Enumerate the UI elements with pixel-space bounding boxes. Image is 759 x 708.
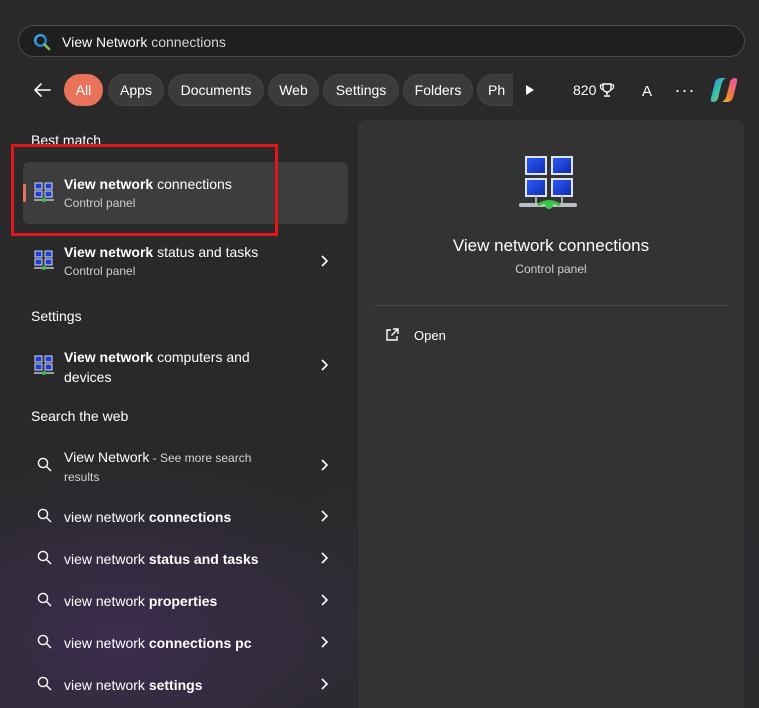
filter-web[interactable]: Web (268, 74, 319, 106)
more-filters-button[interactable] (518, 78, 542, 102)
search-icon (37, 592, 52, 607)
web-suggestion-bold: connections (148, 509, 232, 525)
chevron-right-icon[interactable] (319, 510, 329, 522)
see-more-text-line2: results (64, 470, 100, 484)
filter-label: Apps (120, 82, 152, 98)
filter-settings[interactable]: Settings (323, 74, 399, 106)
divider (374, 305, 728, 306)
result-title-line2: devices (64, 369, 112, 385)
web-suggestion-text: view network connections pc (64, 635, 252, 651)
filter-label: All (75, 82, 92, 98)
avatar-initial: A (641, 82, 652, 100)
web-suggestion-plain: view network (64, 551, 149, 567)
search-icon (37, 634, 52, 649)
web-suggestion-bold: properties (148, 593, 218, 609)
filter-label: Folders (414, 82, 462, 98)
filter-photos[interactable]: Ph (477, 74, 513, 106)
result-title-bold: View network (64, 349, 154, 365)
rewards-points-value: 820 (573, 82, 597, 98)
search-typed-text: View Network (62, 34, 148, 50)
filter-apps[interactable]: Apps (108, 74, 164, 106)
web-suggestion-plain: view network (64, 509, 149, 525)
open-label: Open (414, 327, 446, 343)
result-title-bold: View network (64, 244, 154, 260)
web-query-line: View Network - See more search (64, 449, 251, 465)
web-suggestion-text: view network settings (64, 677, 203, 693)
web-suggestion-text: view network connections (64, 509, 231, 525)
chevron-right-icon[interactable] (319, 552, 329, 564)
web-suggestion-text: view network status and tasks (64, 551, 259, 567)
result-subtitle: Control panel (64, 264, 136, 278)
more-options-button[interactable]: ··· (672, 80, 698, 100)
ellipsis-icon: ··· (674, 79, 696, 100)
chevron-right-icon[interactable] (319, 594, 329, 606)
open-button[interactable]: Open (384, 324, 446, 346)
arrow-left-icon (34, 83, 51, 97)
detail-title: View network connections (452, 236, 650, 255)
result-title-rest: computers and (153, 349, 250, 365)
settings-heading: Settings (31, 308, 82, 324)
web-query-text: View Network (64, 449, 150, 465)
filter-label: Documents (180, 82, 252, 98)
network-connections-icon (519, 156, 577, 209)
see-more-text: - See more search (149, 451, 252, 465)
web-suggestion-plain: view network (64, 635, 149, 651)
play-icon (526, 85, 534, 95)
copilot-icon[interactable] (708, 74, 740, 106)
network-connections-icon (34, 250, 54, 270)
chevron-right-icon[interactable] (319, 359, 329, 371)
web-suggestion-bold: connections pc (148, 635, 252, 651)
detail-subtitle: Control panel (515, 262, 587, 276)
filter-folders[interactable]: Folders (403, 74, 473, 106)
rewards-points[interactable]: 820 (573, 82, 615, 98)
filter-label: Settings (335, 82, 387, 98)
network-connections-icon (34, 355, 54, 375)
search-web-heading: Search the web (31, 408, 129, 424)
search-input[interactable]: View Network connections (62, 34, 226, 50)
search-icon (37, 550, 52, 565)
filter-label: Web (279, 82, 308, 98)
web-suggestion-bold: settings (148, 677, 203, 693)
chevron-right-icon[interactable] (319, 255, 329, 267)
web-suggestion-plain: view network (64, 677, 149, 693)
chevron-right-icon[interactable] (319, 636, 329, 648)
open-external-icon (386, 328, 399, 341)
chevron-right-icon[interactable] (319, 678, 329, 690)
result-title-rest: status and tasks (153, 244, 259, 260)
web-suggestion-plain: view network (64, 593, 149, 609)
result-title: View network status and tasks (64, 244, 258, 260)
search-icon (33, 33, 51, 51)
result-title: View network computers and (64, 349, 250, 365)
annotation-highlight-box (11, 144, 278, 236)
chevron-right-icon[interactable] (319, 459, 329, 471)
search-icon (37, 676, 52, 691)
search-suggestion-text: connections (147, 34, 226, 50)
web-suggestion-bold: status and tasks (148, 551, 259, 567)
search-box[interactable]: View Network connections (18, 25, 745, 57)
account-avatar[interactable]: A (636, 80, 658, 102)
back-button[interactable] (28, 78, 56, 102)
filter-documents[interactable]: Documents (168, 74, 264, 106)
trophy-icon (600, 83, 615, 97)
filter-label: Ph (488, 82, 506, 98)
search-icon (37, 508, 52, 523)
filter-all[interactable]: All (64, 74, 103, 106)
web-suggestion-text: view network properties (64, 593, 217, 609)
search-icon (37, 457, 52, 472)
